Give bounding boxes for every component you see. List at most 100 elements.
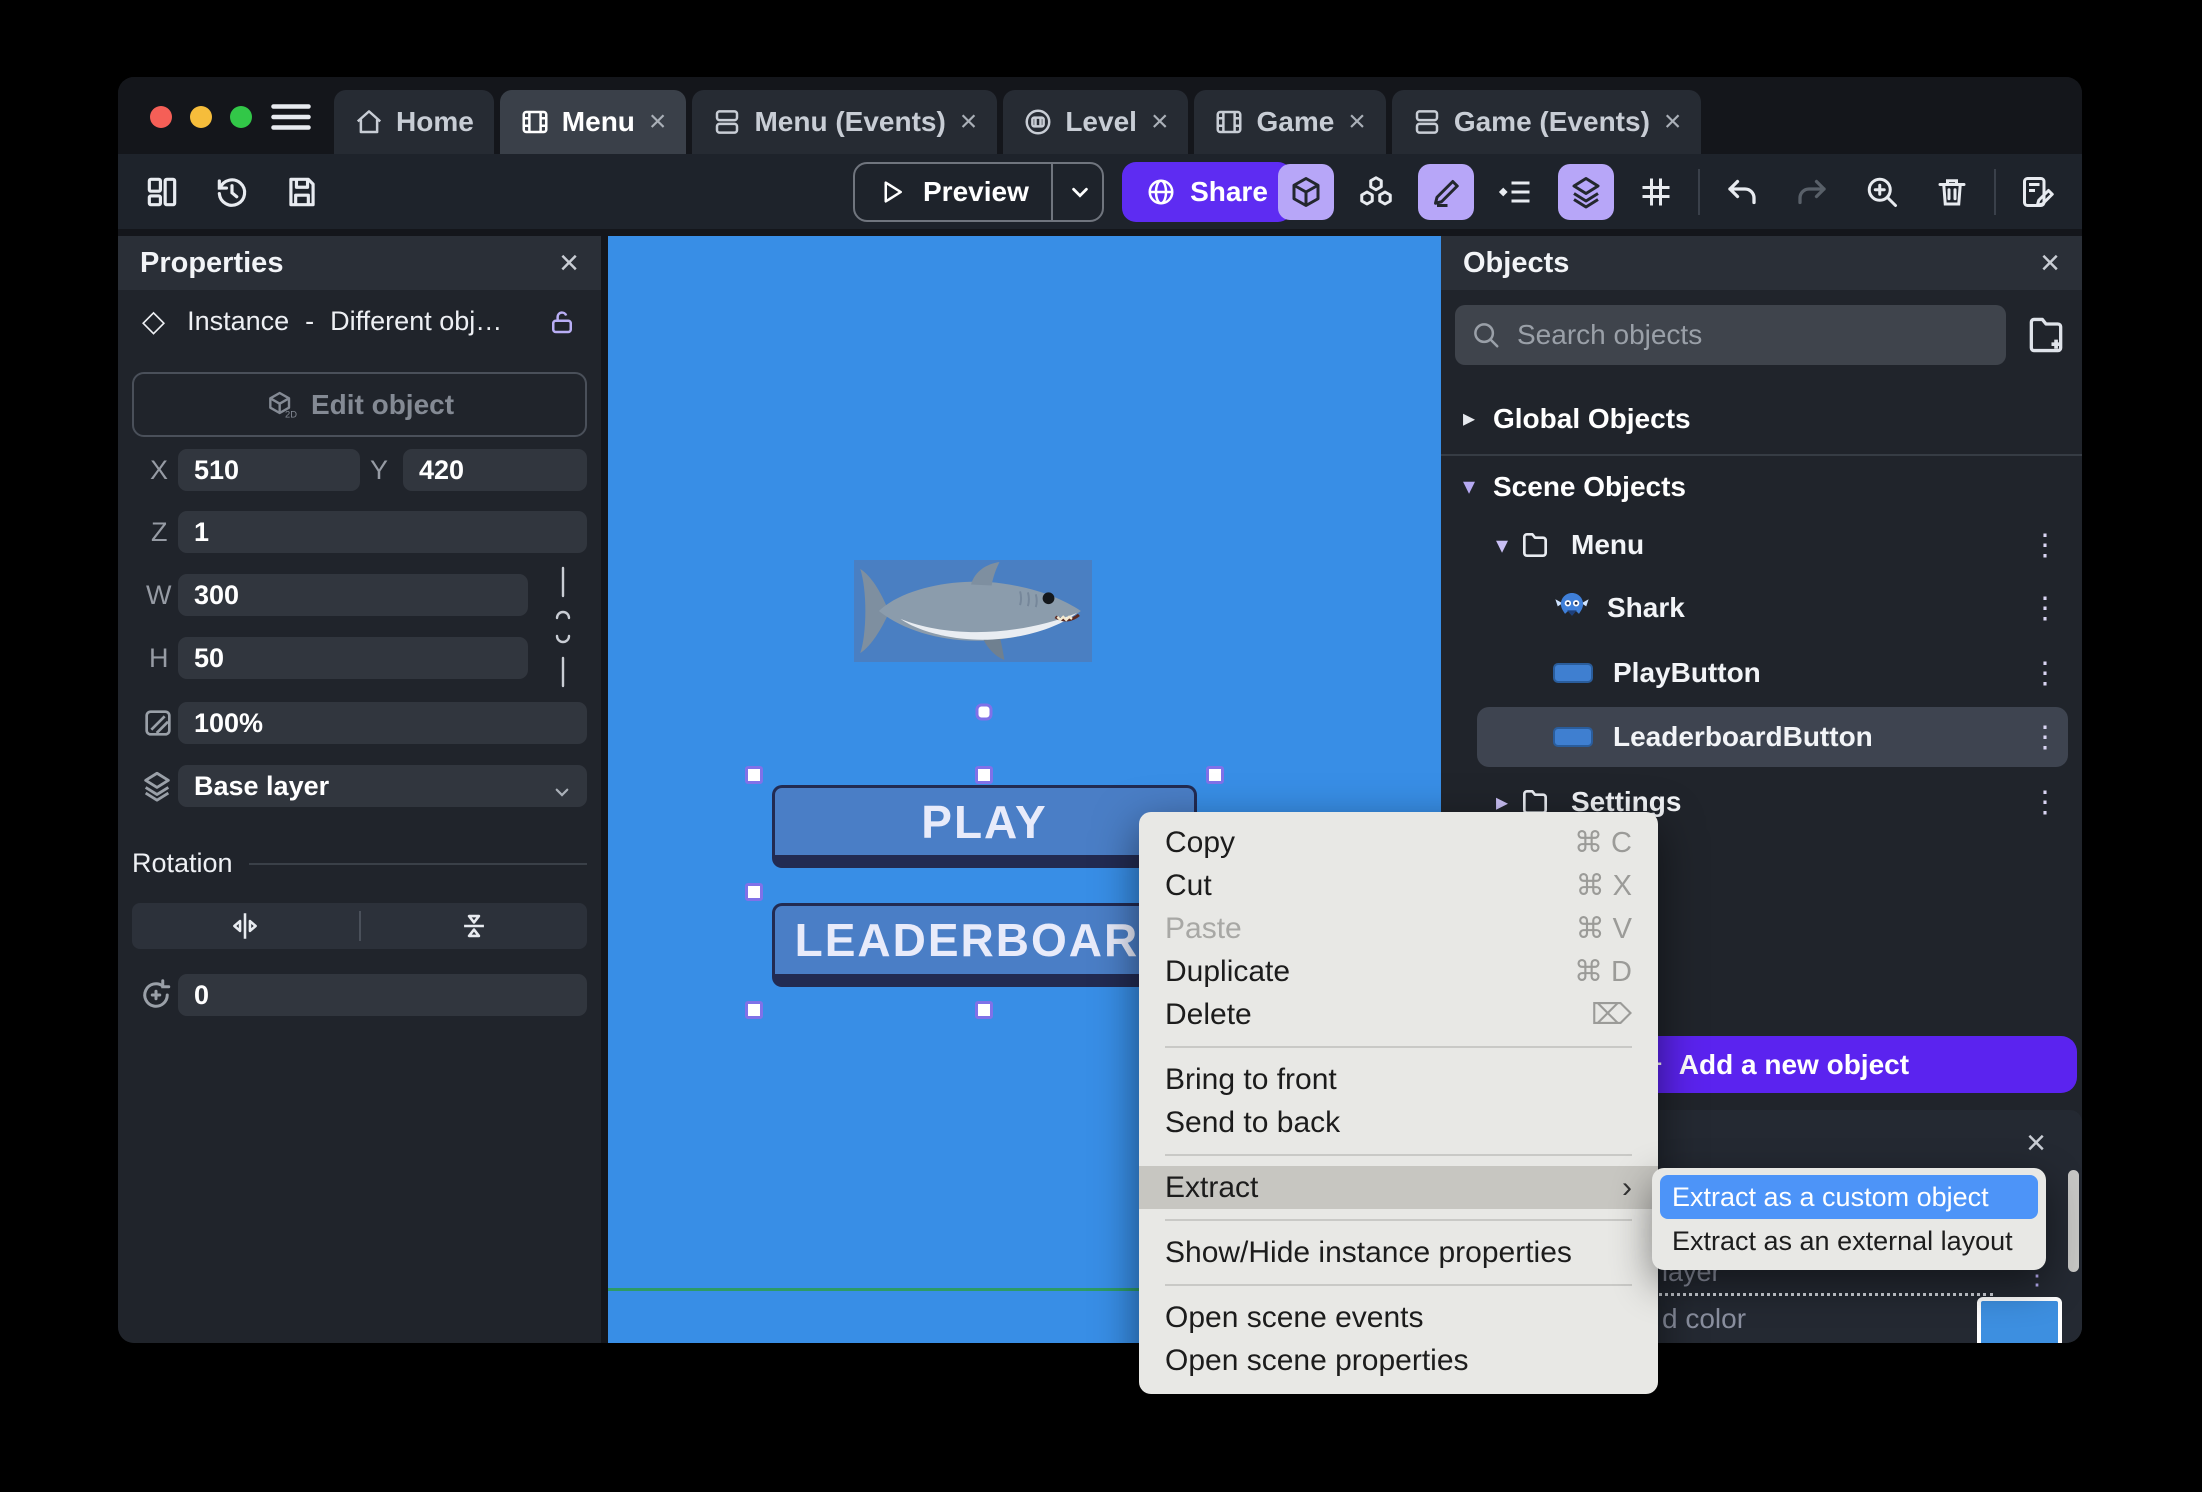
preview-button[interactable]: Preview bbox=[853, 162, 1104, 222]
menu-item-copy[interactable]: Copy ⌘ C bbox=[1139, 821, 1658, 864]
tab-label: Game bbox=[1256, 106, 1335, 137]
opacity-input[interactable]: 100% bbox=[178, 702, 587, 744]
tab-home[interactable]: Home bbox=[334, 90, 494, 154]
selection-origin-marker[interactable] bbox=[975, 703, 993, 721]
tab-game[interactable]: Game × bbox=[1194, 90, 1386, 154]
flip-vertical-button[interactable] bbox=[361, 909, 588, 943]
traffic-light-close-icon[interactable] bbox=[150, 106, 172, 128]
menu-item-send-to-back[interactable]: Send to back bbox=[1139, 1101, 1658, 1144]
home-icon bbox=[354, 107, 384, 137]
layers-tool-icon[interactable] bbox=[1558, 163, 1614, 220]
more-vert-icon[interactable]: ⋮ bbox=[2030, 591, 2060, 626]
chevron-down-icon[interactable] bbox=[1069, 181, 1091, 203]
traffic-light-zoom-icon[interactable] bbox=[230, 106, 252, 128]
more-vert-icon[interactable]: ⋮ bbox=[2030, 720, 2060, 755]
selection-handle-top-center[interactable] bbox=[975, 766, 993, 784]
menu-item-extract[interactable]: Extract › bbox=[1139, 1166, 1658, 1209]
tab-game-events[interactable]: Game (Events) × bbox=[1391, 90, 1702, 154]
toolbar-right-group bbox=[1278, 154, 2066, 229]
menu-item-bring-to-front[interactable]: Bring to front bbox=[1139, 1058, 1658, 1101]
redo-icon[interactable] bbox=[1784, 164, 1840, 220]
trash-icon[interactable] bbox=[1924, 164, 1980, 220]
objects-search-row bbox=[1455, 305, 2068, 365]
titlebar: Home Menu × Menu (Events) × Level × Game… bbox=[118, 77, 2082, 154]
tab-close-icon[interactable]: × bbox=[958, 107, 978, 137]
objects-tool-icon[interactable] bbox=[1278, 163, 1334, 220]
undo-icon[interactable] bbox=[1714, 164, 1770, 220]
y-input[interactable]: 420 bbox=[403, 449, 587, 491]
unlock-icon[interactable] bbox=[547, 307, 577, 337]
tree-row-leaderboardbutton[interactable]: LeaderboardButton ⋮ bbox=[1441, 709, 2082, 765]
z-label: Z bbox=[151, 516, 168, 547]
scene-properties-icon[interactable] bbox=[2010, 164, 2066, 220]
global-objects-header[interactable]: ▸ Global Objects bbox=[1441, 396, 2082, 441]
h-input[interactable]: 50 bbox=[178, 637, 528, 679]
instance-object-name: Different obj… bbox=[330, 306, 503, 336]
project-manager-icon[interactable] bbox=[140, 170, 184, 214]
object-groups-icon[interactable] bbox=[1348, 164, 1404, 220]
selection-handle-top-left[interactable] bbox=[745, 766, 763, 784]
tree-row-menu-folder[interactable]: ▾ Menu ⋮ bbox=[1441, 517, 2082, 573]
edit-object-button[interactable]: 2D Edit object bbox=[132, 372, 587, 437]
zoom-in-icon[interactable] bbox=[1854, 164, 1910, 220]
submenu-item-extract-custom-object[interactable]: Extract as a custom object bbox=[1660, 1175, 2038, 1219]
layer-select[interactable]: Base layer bbox=[178, 765, 587, 807]
tab-close-icon[interactable]: × bbox=[647, 107, 667, 137]
menu-item-duplicate[interactable]: Duplicate ⌘ D bbox=[1139, 950, 1658, 993]
button-object-icon bbox=[1553, 727, 1593, 747]
tab-close-icon[interactable]: × bbox=[1662, 107, 1682, 137]
menu-item-show-hide-instance-properties[interactable]: Show/Hide instance properties bbox=[1139, 1231, 1658, 1274]
film-icon bbox=[520, 107, 550, 137]
more-vert-icon[interactable]: ⋮ bbox=[2030, 785, 2060, 820]
add-folder-icon[interactable] bbox=[2024, 313, 2068, 357]
play-icon bbox=[877, 177, 907, 207]
traffic-light-minimize-icon[interactable] bbox=[190, 106, 212, 128]
menu-item-open-scene-properties[interactable]: Open scene properties bbox=[1139, 1339, 1658, 1382]
tab-menu[interactable]: Menu × bbox=[499, 90, 687, 154]
instances-list-icon[interactable] bbox=[1488, 164, 1544, 220]
close-icon[interactable]: × bbox=[559, 246, 579, 280]
scrollbar-thumb[interactable] bbox=[2068, 1170, 2079, 1272]
leaderboard-button-instance[interactable]: LEADERBOARD bbox=[772, 903, 1197, 987]
more-vert-icon[interactable]: ⋮ bbox=[2030, 656, 2060, 691]
search-box[interactable] bbox=[1455, 305, 2006, 365]
shortcut: ⌘ X bbox=[1575, 870, 1632, 902]
share-button[interactable]: Share bbox=[1122, 162, 1292, 222]
z-input[interactable]: 1 bbox=[178, 511, 587, 553]
save-icon[interactable] bbox=[280, 170, 324, 214]
play-button-instance[interactable]: PLAY bbox=[772, 785, 1197, 868]
close-icon[interactable]: × bbox=[2040, 246, 2060, 280]
background-color-swatch[interactable] bbox=[1977, 1297, 2062, 1343]
w-input[interactable]: 300 bbox=[178, 574, 528, 616]
flip-horizontal-button[interactable] bbox=[132, 909, 359, 943]
angle-input[interactable]: 0 bbox=[178, 974, 587, 1016]
submenu-item-extract-external-layout[interactable]: Extract as an external layout bbox=[1660, 1219, 2038, 1263]
edit-tool-icon[interactable] bbox=[1418, 163, 1474, 220]
history-icon[interactable] bbox=[210, 170, 254, 214]
x-input[interactable]: 510 bbox=[178, 449, 360, 491]
menu-item-paste[interactable]: Paste ⌘ V bbox=[1139, 907, 1658, 950]
hamburger-menu-icon[interactable] bbox=[270, 103, 312, 131]
selection-handle-bottom-left[interactable] bbox=[745, 1001, 763, 1019]
shortcut: ⌘ V bbox=[1575, 913, 1632, 945]
background-color-label: d color bbox=[1662, 1303, 1747, 1334]
menu-item-open-scene-events[interactable]: Open scene events bbox=[1139, 1296, 1658, 1339]
more-vert-icon[interactable]: ⋮ bbox=[2030, 528, 2060, 563]
close-icon[interactable]: × bbox=[2026, 1126, 2046, 1160]
selection-handle-mid-left[interactable] bbox=[745, 883, 763, 901]
link-wh-icon[interactable] bbox=[548, 566, 578, 688]
scene-objects-header[interactable]: ▾ Scene Objects bbox=[1441, 464, 2082, 509]
tab-close-icon[interactable]: × bbox=[1346, 107, 1366, 137]
tab-level[interactable]: Level × bbox=[1003, 90, 1189, 154]
selection-handle-bottom-center[interactable] bbox=[975, 1001, 993, 1019]
tab-close-icon[interactable]: × bbox=[1149, 107, 1169, 137]
selection-handle-top-right[interactable] bbox=[1206, 766, 1224, 784]
grid-icon[interactable] bbox=[1628, 164, 1684, 220]
menu-item-cut[interactable]: Cut ⌘ X bbox=[1139, 864, 1658, 907]
search-input[interactable] bbox=[1517, 319, 1990, 351]
menu-item-delete[interactable]: Delete ⌦ bbox=[1139, 993, 1658, 1036]
tree-row-playbutton[interactable]: PlayButton ⋮ bbox=[1441, 645, 2082, 701]
shark-sprite[interactable] bbox=[854, 560, 1092, 662]
tab-menu-events[interactable]: Menu (Events) × bbox=[692, 90, 998, 154]
tree-row-shark[interactable]: Shark ⋮ bbox=[1441, 580, 2082, 636]
